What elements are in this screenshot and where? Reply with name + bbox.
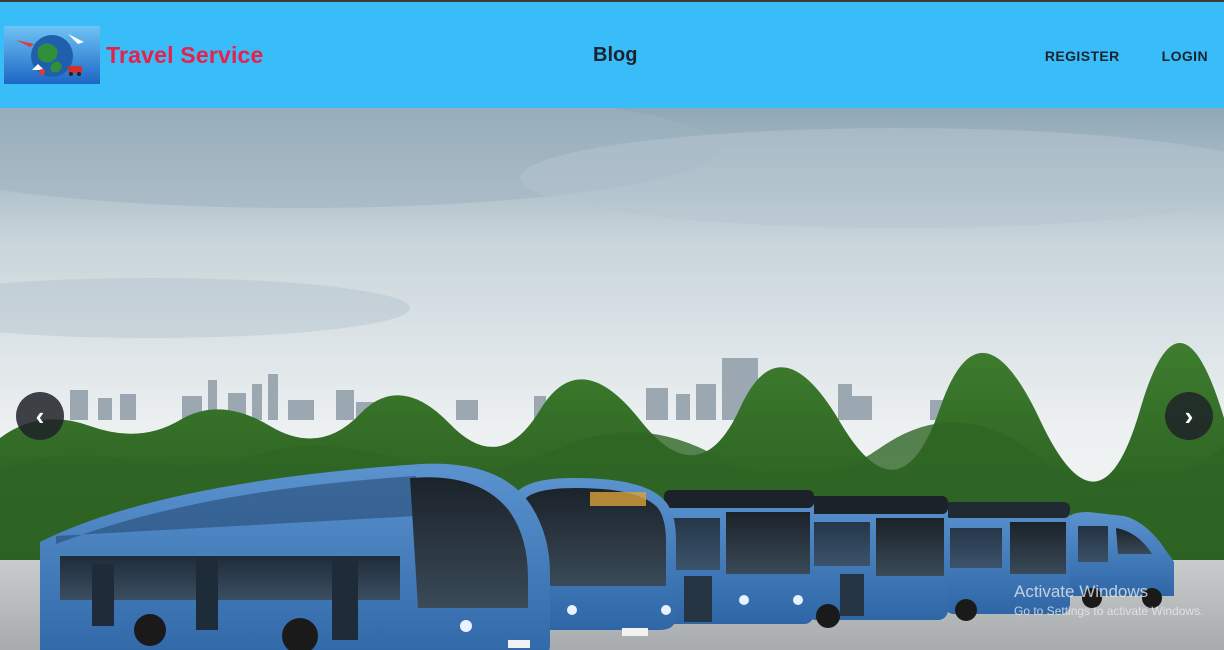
login-link[interactable]: LOGIN bbox=[1162, 48, 1208, 64]
auth-nav: REGISTER LOGIN bbox=[1045, 48, 1208, 64]
brand-link[interactable]: Travel Service bbox=[4, 26, 264, 84]
globe-travel-logo-icon bbox=[4, 26, 100, 84]
brand-name: Travel Service bbox=[106, 41, 264, 68]
carousel-next-button[interactable]: › bbox=[1165, 392, 1213, 440]
register-link[interactable]: REGISTER bbox=[1045, 48, 1120, 64]
carousel-prev-button[interactable]: ‹ bbox=[16, 392, 64, 440]
carousel-slide-image bbox=[0, 108, 1224, 650]
navbar: Travel Service Blog REGISTER LOGIN bbox=[0, 0, 1224, 108]
page: Travel Service Blog REGISTER LOGIN ‹ › A… bbox=[0, 0, 1224, 650]
hero-carousel: ‹ › Activate Windows Go to Settings to a… bbox=[0, 108, 1224, 650]
nav-blog-link[interactable]: Blog bbox=[593, 44, 637, 67]
